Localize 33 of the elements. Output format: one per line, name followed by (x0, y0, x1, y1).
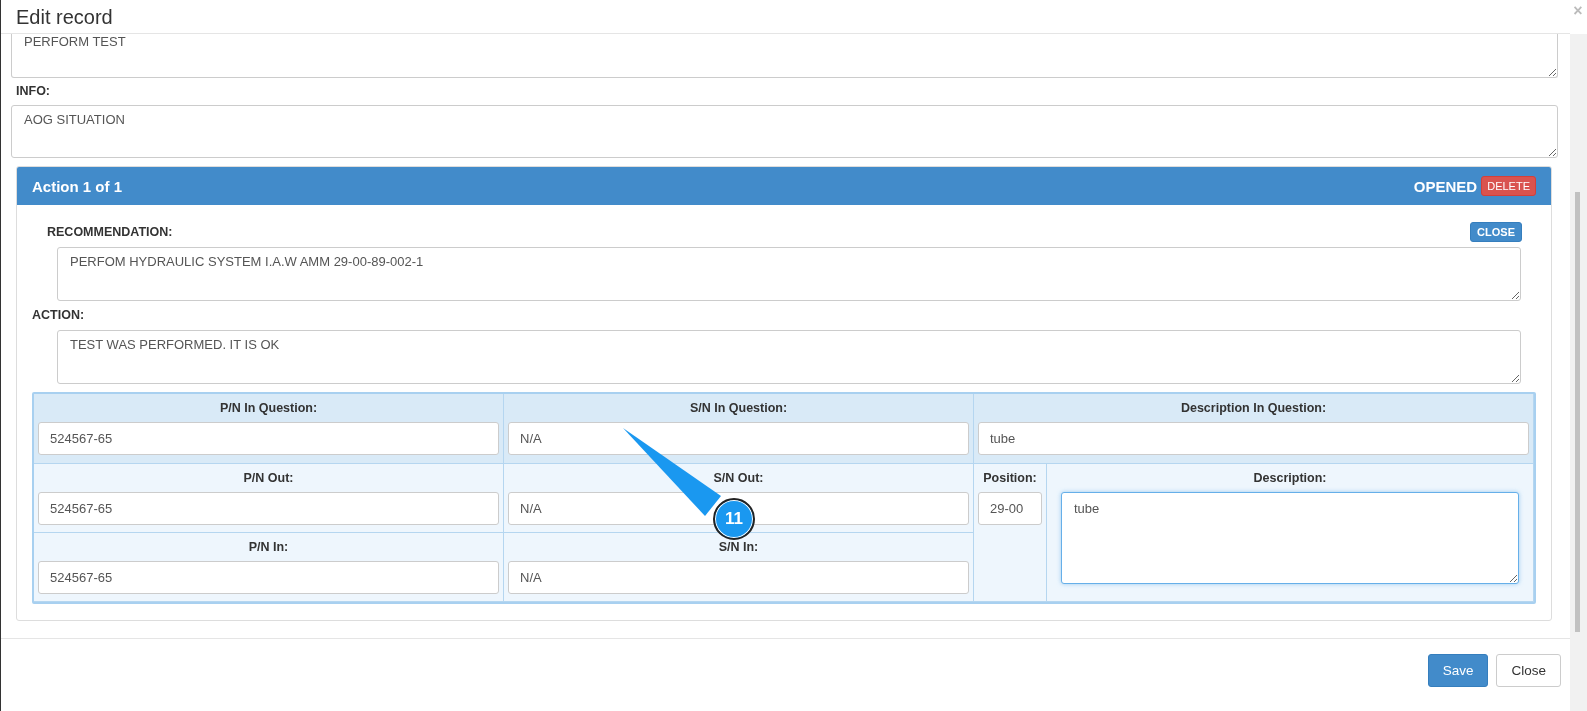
input-field[interactable]: 29-00 (978, 492, 1042, 525)
input-field[interactable]: N/A (508, 422, 969, 455)
field-label: Position: (982, 471, 1038, 485)
text-area[interactable]: PERFORM TEST (11, 34, 1558, 78)
close-button[interactable]: CLOSE (1470, 222, 1522, 242)
field-label: P/N In: (247, 540, 290, 554)
status-text: OPENED (1413, 177, 1478, 195)
field-label: S/N Out: (712, 471, 765, 485)
window-title: Edit record (16, 4, 114, 29)
input-field[interactable]: 524567-65 (38, 492, 499, 525)
footer-button[interactable]: Save (1427, 654, 1489, 687)
field-label: S/N In: (717, 540, 760, 554)
panel-title: Action 1 of 1 (32, 177, 122, 195)
scrollbar-thumb[interactable] (1575, 192, 1580, 632)
delete-button[interactable]: DELETE (1481, 176, 1536, 196)
input-field[interactable]: 524567-65 (38, 561, 499, 594)
field-label: INFO: (16, 84, 52, 98)
field-label: P/N Out: (242, 471, 295, 485)
text-area[interactable]: AOG SITUATION (11, 105, 1558, 158)
input-field[interactable]: N/A (508, 561, 969, 594)
field-label: Description In Question: (1179, 401, 1328, 415)
input-field[interactable]: 524567-65 (38, 422, 499, 455)
scrollbar[interactable] (1570, 34, 1587, 711)
footer-button[interactable]: Close (1496, 654, 1561, 687)
field-label: P/N In Question: (218, 401, 319, 415)
text-area[interactable]: TEST WAS PERFORMED. IT IS OK (57, 330, 1521, 384)
field-label: ACTION: (32, 308, 86, 322)
field-label: Description: (1252, 471, 1328, 485)
field-label: RECOMMENDATION: (47, 225, 173, 239)
text-area[interactable]: tube (1061, 492, 1519, 584)
text-area[interactable]: PERFOM HYDRAULIC SYSTEM I.A.W AMM 29-00-89-002-1 (57, 247, 1521, 301)
field-label: S/N In Question: (688, 401, 789, 415)
input-field[interactable]: tube (978, 422, 1529, 455)
